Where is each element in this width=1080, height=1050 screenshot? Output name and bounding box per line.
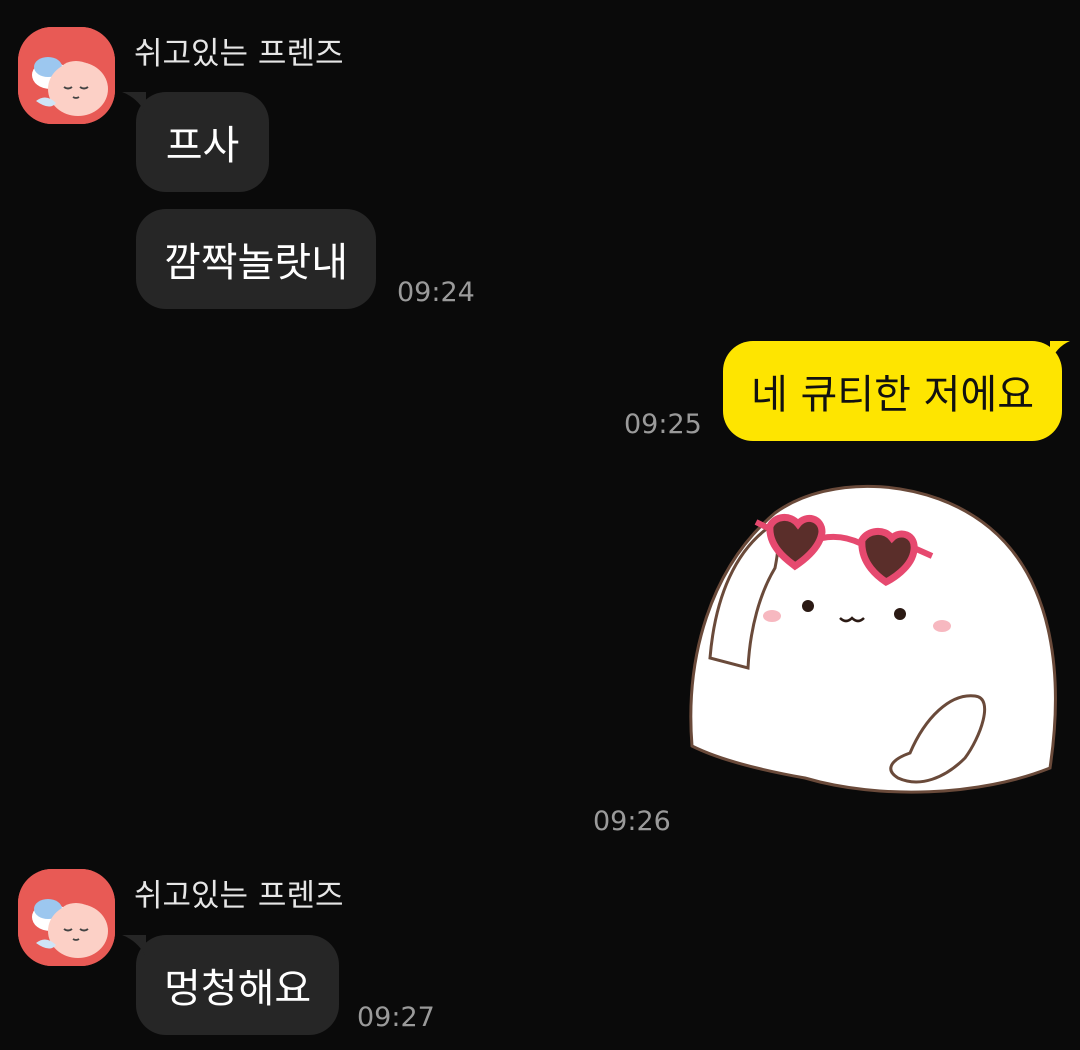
incoming-message-bubble[interactable]: 멍청해요 <box>122 935 340 1035</box>
bubble-tail-icon <box>122 935 146 957</box>
bubble-tail-icon <box>122 92 146 114</box>
sleeping-friends-avatar-icon <box>18 869 115 966</box>
message-timestamp: 09:24 <box>397 277 475 308</box>
message-text: 프사 <box>165 123 240 169</box>
sticker-message[interactable] <box>680 478 1070 813</box>
message-text: 멍청해요 <box>164 966 312 1012</box>
incoming-message-bubble[interactable]: 프사 <box>122 92 269 192</box>
white-blob-heart-sunglasses-sticker-icon <box>689 484 1057 794</box>
bubble-tail-icon <box>1050 341 1070 363</box>
message-timestamp: 09:26 <box>593 806 671 837</box>
sender-avatar[interactable] <box>18 869 115 966</box>
message-text: 깜짝놀랏내 <box>164 240 348 286</box>
sender-name: 쉬고있는 프렌즈 <box>134 878 344 914</box>
message-timestamp: 09:25 <box>624 409 702 440</box>
sender-name: 쉬고있는 프렌즈 <box>134 36 344 72</box>
outgoing-message-bubble[interactable]: 네 큐티한 저에요 <box>722 341 1070 441</box>
sender-avatar[interactable] <box>18 27 115 124</box>
message-text: 네 큐티한 저에요 <box>750 372 1034 418</box>
sleeping-friends-avatar-icon <box>18 27 115 124</box>
message-timestamp: 09:27 <box>357 1002 435 1033</box>
incoming-message-bubble[interactable]: 깜짝놀랏내 <box>136 209 376 309</box>
